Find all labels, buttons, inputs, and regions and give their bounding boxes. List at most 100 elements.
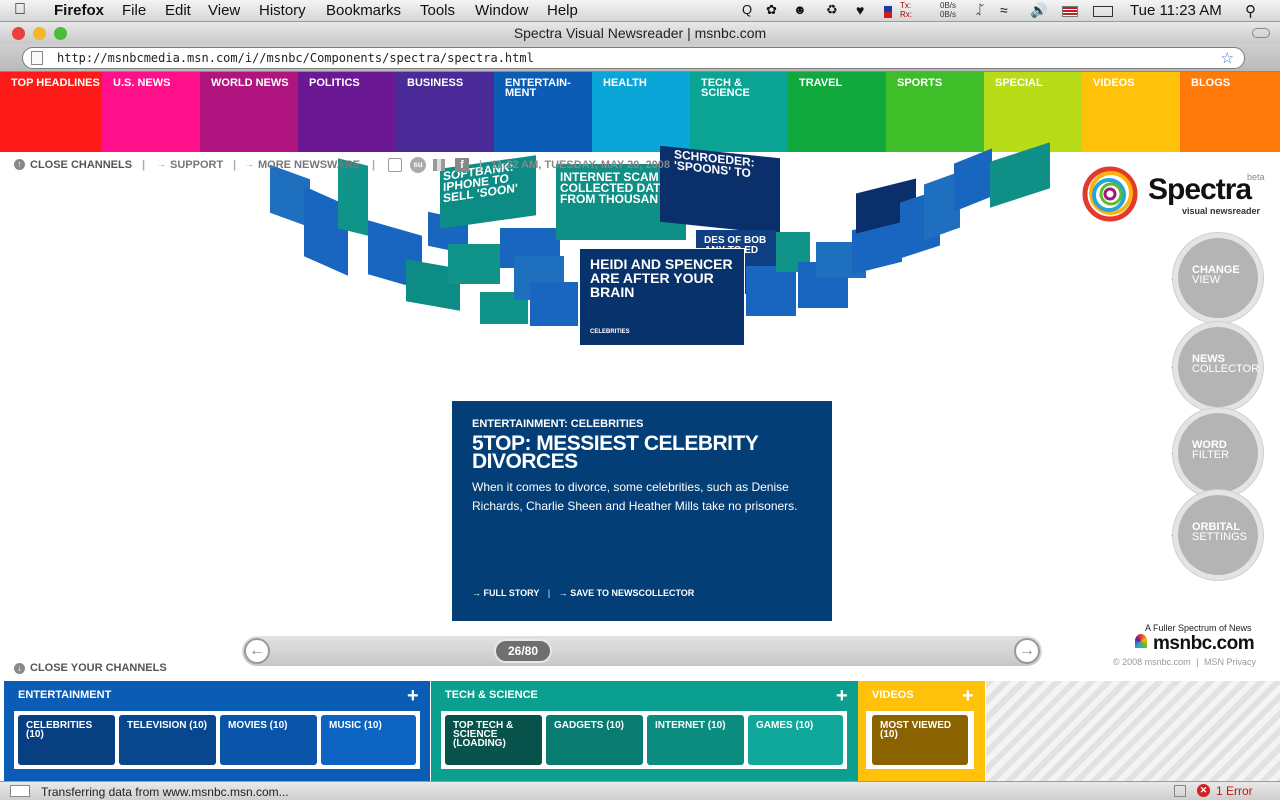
add-plus-icon[interactable]: + xyxy=(962,685,974,708)
menu-tools[interactable]: Tools xyxy=(420,2,455,19)
subchannel-top-tech-science[interactable]: TOP TECH & SCIENCE (LOADING) xyxy=(445,715,542,765)
arrow-icon: → xyxy=(157,159,166,169)
facebook-icon[interactable]: f xyxy=(455,158,469,172)
panel-entertainment: ENTERTAINMENT + CELEBRITIES (10) TELEVIS… xyxy=(4,681,430,781)
growl-icon[interactable]: ✿ xyxy=(766,2,777,18)
status-bar: Transferring data from www.msnbc.msn.com… xyxy=(0,781,1280,800)
heart-icon[interactable]: ♥ xyxy=(856,2,864,18)
wifi-icon[interactable]: ≈ xyxy=(1000,2,1008,18)
story-slider[interactable]: ← 26/80 → xyxy=(242,636,1042,666)
net-rates: 0B/s 0B/s xyxy=(940,1,957,19)
channel-world-news[interactable]: WORLD NEWS xyxy=(200,72,298,152)
url-field[interactable]: http://msnbcmedia.msn.com/i//msnbc/Compo… xyxy=(22,47,1245,69)
minimize-window-icon[interactable] xyxy=(33,27,46,40)
menu-app-name[interactable]: Firefox xyxy=(54,2,104,19)
bluetooth-icon[interactable]: ᛢ xyxy=(976,2,984,17)
menu-help[interactable]: Help xyxy=(547,2,578,19)
close-channels-button[interactable]: CLOSE CHANNELS xyxy=(30,159,132,171)
channel-top-headlines[interactable]: TOP HEADLINES xyxy=(0,72,102,152)
channel-politics[interactable]: POLITICS xyxy=(298,72,396,152)
battery-icon[interactable] xyxy=(1093,6,1113,17)
msn-privacy-link[interactable]: MSN Privacy xyxy=(1204,657,1256,667)
support-link[interactable]: SUPPORT xyxy=(170,159,223,171)
spotlight-icon[interactable]: ⚲ xyxy=(1245,2,1256,20)
apple-icon[interactable]:  xyxy=(14,1,26,19)
channel-tech-science[interactable]: TECH & SCIENCE xyxy=(690,72,788,152)
orbital-settings-button[interactable]: ORBITAL SETTINGS xyxy=(1178,495,1258,575)
close-window-icon[interactable] xyxy=(12,27,25,40)
quicksilver-icon[interactable]: Q xyxy=(742,2,752,17)
channel-entertainment[interactable]: ENTERTAIN-MENT xyxy=(494,72,592,152)
channel-label: TOP HEADLINES xyxy=(11,77,100,89)
subchannel-music[interactable]: MUSIC (10) xyxy=(321,715,416,765)
net-labels: Tx: Rx: xyxy=(900,1,912,19)
input-flag-icon[interactable] xyxy=(1062,6,1078,17)
channel-us-news[interactable]: U.S. NEWS xyxy=(102,72,200,152)
orbit-tile[interactable] xyxy=(954,148,992,212)
volume-icon[interactable]: 🔊 xyxy=(1030,2,1047,19)
subchannel-gadgets[interactable]: GADGETS (10) xyxy=(546,715,643,765)
channel-travel[interactable]: TRAVEL xyxy=(788,72,886,152)
no-script-icon[interactable] xyxy=(1174,785,1186,797)
stumbleupon-icon[interactable]: su xyxy=(410,157,426,173)
news-collector-button[interactable]: NEWS COLLECTOR xyxy=(1178,327,1259,407)
subchannel-movies[interactable]: MOVIES (10) xyxy=(220,715,317,765)
menu-clock[interactable]: Tue 11:23 AM xyxy=(1130,2,1222,19)
next-story-button[interactable]: → xyxy=(1014,638,1040,664)
more-newsware-link[interactable]: MORE NEWSWARE xyxy=(258,159,360,171)
menu-bookmarks[interactable]: Bookmarks xyxy=(326,2,401,19)
close-your-channels-button[interactable]: CLOSE YOUR CHANNELS xyxy=(30,662,167,674)
status-text: Transferring data from www.msnbc.msn.com… xyxy=(41,785,289,799)
menu-history[interactable]: History xyxy=(259,2,306,19)
full-story-link[interactable]: FULL STORY xyxy=(484,588,540,598)
story-headline[interactable]: 5TOP: MESSIEST CELEBRITY DIVORCES xyxy=(472,433,812,472)
word-filter-button[interactable]: WORD FILTER xyxy=(1178,413,1258,493)
menu-file[interactable]: File xyxy=(122,2,146,19)
channel-blogs[interactable]: BLOGS xyxy=(1180,72,1280,152)
delicious-icon[interactable] xyxy=(433,159,445,171)
change-view-button[interactable]: CHANGE VIEW xyxy=(1178,238,1258,318)
subchannel-most-viewed[interactable]: MOST VIEWED (10) xyxy=(872,715,968,765)
menu-view[interactable]: View xyxy=(208,2,240,19)
arrow-icon: → xyxy=(245,159,254,169)
orbit-featured-tile[interactable]: HEIDI AND SPENCER ARE AFTER YOUR BRAIN C… xyxy=(579,248,745,346)
channel-business[interactable]: BUSINESS xyxy=(396,72,494,152)
subchannel-television[interactable]: TELEVISION (10) xyxy=(119,715,216,765)
subchannel-games[interactable]: GAMES (10) xyxy=(748,715,843,765)
arrow-icon: → xyxy=(472,588,481,598)
orbit-tile[interactable] xyxy=(448,244,500,284)
story-counter[interactable]: 26/80 xyxy=(494,639,552,663)
previous-story-button[interactable]: ← xyxy=(244,638,270,664)
menu-window[interactable]: Window xyxy=(475,2,528,19)
close-channels-icon[interactable]: ↑ xyxy=(14,159,25,170)
channel-label: HEALTH xyxy=(603,77,647,89)
channel-videos[interactable]: VIDEOS xyxy=(1082,72,1180,152)
bookmark-star-icon[interactable]: ☆ xyxy=(1221,48,1234,68)
sync-icon[interactable]: ♻ xyxy=(826,2,838,18)
close-your-channels-icon[interactable]: ↓ xyxy=(14,663,25,674)
subchannel-list: CELEBRITIES (10) TELEVISION (10) MOVIES … xyxy=(14,711,420,769)
spectra-toolbar: ↑ CLOSE CHANNELS | → SUPPORT | → MORE NE… xyxy=(0,152,700,180)
add-plus-icon[interactable]: + xyxy=(836,685,848,708)
orbit-tile[interactable] xyxy=(746,266,796,316)
error-count[interactable]: 1 Error xyxy=(1216,784,1253,798)
channel-sports[interactable]: SPORTS xyxy=(886,72,984,152)
orbit-tile[interactable] xyxy=(530,282,578,326)
msnbc-logo-text[interactable]: msnbc.com xyxy=(1153,633,1255,655)
toolbar-toggle-icon[interactable] xyxy=(1252,28,1270,38)
subchannel-internet[interactable]: INTERNET (10) xyxy=(647,715,744,765)
robot-icon[interactable]: ☻ xyxy=(793,2,807,17)
channel-health[interactable]: HEALTH xyxy=(592,72,690,152)
channel-label: SPECIAL xyxy=(995,77,1043,89)
orbit-tile[interactable] xyxy=(990,142,1050,208)
zoom-window-icon[interactable] xyxy=(54,27,67,40)
add-plus-icon[interactable]: + xyxy=(407,685,419,708)
toolbar-separator: | xyxy=(372,159,376,171)
share-icon[interactable] xyxy=(388,158,402,172)
menu-edit[interactable]: Edit xyxy=(165,2,191,19)
flag-icon[interactable] xyxy=(884,6,892,18)
subchannel-celebrities[interactable]: CELEBRITIES (10) xyxy=(18,715,115,765)
error-icon[interactable]: ✕ xyxy=(1197,784,1210,797)
channel-special[interactable]: SPECIAL xyxy=(984,72,1082,152)
save-to-newscollector-link[interactable]: SAVE TO NEWSCOLLECTOR xyxy=(570,588,694,598)
